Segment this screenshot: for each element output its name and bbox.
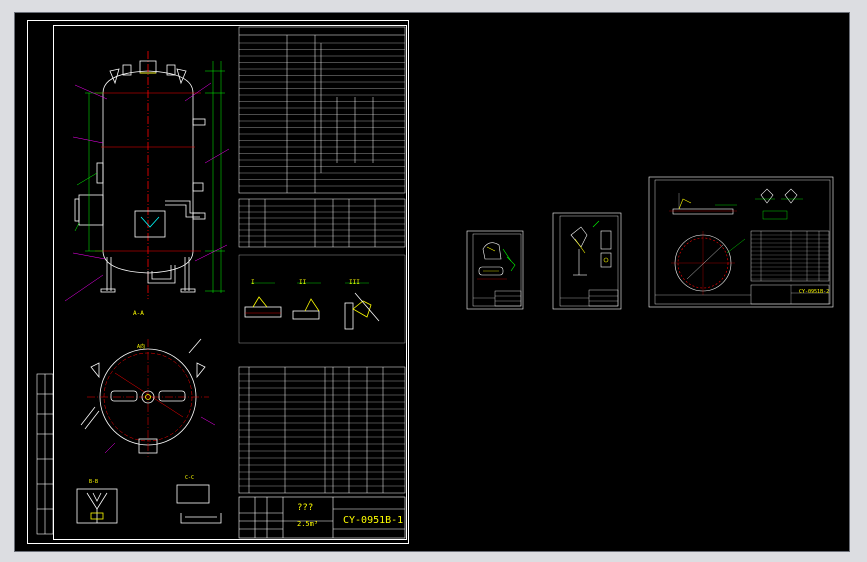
sheet-3-thumbnail[interactable] xyxy=(553,213,621,309)
small-view-label-b: B-B xyxy=(89,479,99,485)
drawing-number: CY-0951B-1 xyxy=(343,515,404,526)
sheet-2-thumbnail[interactable] xyxy=(467,231,523,309)
small-view-label-c: C-C xyxy=(185,475,195,481)
drawing-title-mark: ??? xyxy=(297,503,314,513)
detail-label-2: II xyxy=(299,279,307,286)
section-label-top: A-A xyxy=(133,310,144,317)
vessel-volume-label: 2.5m³ xyxy=(297,520,319,528)
sheet-4-thumbnail[interactable] xyxy=(649,177,833,307)
cad-model-space[interactable]: CY-0951B-1 ??? 2.5m³ A-A I II III A向 B-B… xyxy=(14,12,850,552)
view-label-plan: A向 xyxy=(137,344,146,350)
detail-label-3: III xyxy=(349,279,360,286)
detail-label-1: I xyxy=(251,279,255,286)
